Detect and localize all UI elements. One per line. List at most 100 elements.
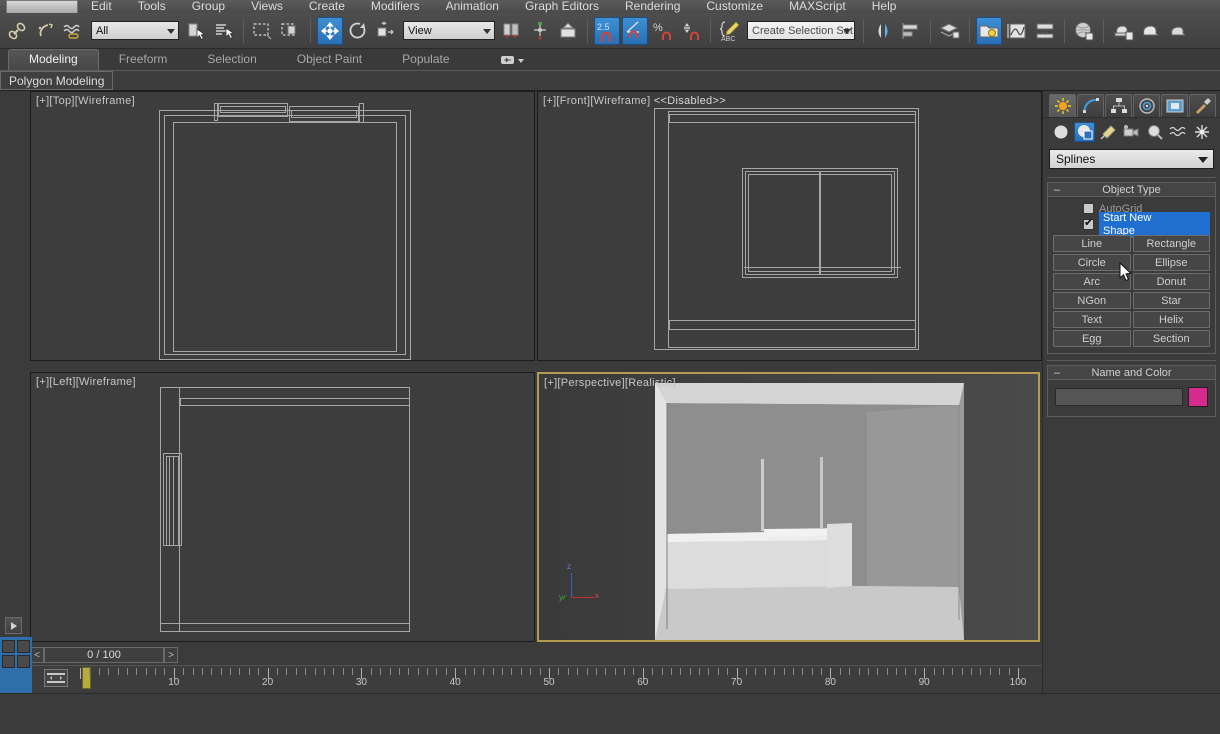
tab-object-paint[interactable]: Object Paint bbox=[277, 49, 382, 70]
toggle-scene-explorer-icon[interactable] bbox=[976, 16, 1002, 45]
ngon-button[interactable]: NGon bbox=[1053, 292, 1131, 309]
hierarchy-tab[interactable] bbox=[1105, 94, 1132, 117]
track-bar-key-icon[interactable] bbox=[44, 669, 68, 687]
select-by-name-icon[interactable] bbox=[211, 17, 237, 45]
tab-modeling[interactable]: Modeling bbox=[8, 49, 99, 70]
menu-item-tools[interactable]: Tools bbox=[125, 0, 179, 13]
snaps-toggle-icon[interactable]: 2.5 bbox=[594, 16, 620, 45]
rollout-collapse-icon[interactable]: – bbox=[1054, 367, 1060, 379]
rendered-frame-window-icon[interactable] bbox=[1138, 17, 1164, 45]
star-button[interactable]: Star bbox=[1132, 292, 1210, 309]
material-slot[interactable] bbox=[17, 640, 30, 653]
arc-button[interactable]: Arc bbox=[1053, 273, 1131, 290]
object-name-input[interactable] bbox=[1055, 388, 1183, 406]
menu-item-modifiers[interactable]: Modifiers bbox=[358, 0, 433, 13]
mirror-icon[interactable] bbox=[870, 17, 896, 45]
viewport-front-label[interactable]: [+][Front][Wireframe] <<Disabled>> bbox=[543, 95, 726, 107]
select-and-scale-icon[interactable] bbox=[373, 17, 399, 45]
menu-item-help[interactable]: Help bbox=[859, 0, 910, 13]
rect-selection-region-icon[interactable] bbox=[250, 17, 276, 45]
tab-selection[interactable]: Selection bbox=[187, 49, 276, 70]
material-slot[interactable] bbox=[2, 655, 15, 668]
render-setup-icon[interactable] bbox=[1110, 17, 1136, 45]
viewport-left[interactable]: [+][Left][Wireframe] z x y bbox=[30, 372, 535, 642]
rectangle-button[interactable]: Rectangle bbox=[1132, 235, 1210, 252]
tab-freeform[interactable]: Freeform bbox=[99, 49, 188, 70]
material-slot[interactable] bbox=[2, 640, 15, 653]
angle-snap-icon[interactable] bbox=[622, 16, 648, 45]
tab-populate[interactable]: Populate bbox=[382, 49, 469, 70]
menu-item-group[interactable]: Group bbox=[179, 0, 238, 13]
app-logo[interactable] bbox=[6, 0, 78, 13]
menu-item-views[interactable]: Views bbox=[238, 0, 296, 13]
cameras-icon[interactable] bbox=[1121, 122, 1141, 142]
donut-button[interactable]: Donut bbox=[1132, 273, 1210, 290]
circle-button[interactable]: Circle bbox=[1053, 254, 1131, 271]
viewport-perspective-label[interactable]: [+][Perspective][Realistic] bbox=[544, 377, 676, 389]
text-button[interactable]: Text bbox=[1053, 311, 1131, 328]
systems-icon[interactable] bbox=[1192, 122, 1212, 142]
material-editor-icon[interactable] bbox=[1071, 17, 1097, 45]
material-slot-thumbnails[interactable] bbox=[0, 637, 32, 693]
geometry-icon[interactable] bbox=[1051, 122, 1071, 142]
window-crossing-icon[interactable] bbox=[278, 17, 304, 45]
subcategory-select[interactable]: Splines bbox=[1049, 149, 1214, 169]
menu-item-rendering[interactable]: Rendering bbox=[612, 0, 693, 13]
egg-button[interactable]: Egg bbox=[1053, 330, 1131, 347]
menu-item-customize[interactable]: Customize bbox=[693, 0, 776, 13]
shapes-icon[interactable] bbox=[1074, 122, 1095, 142]
object-type-header[interactable]: – Object Type bbox=[1047, 182, 1216, 197]
viewport-top[interactable]: [+][Top][Wireframe] z x y bbox=[30, 91, 535, 361]
unlink-icon[interactable] bbox=[33, 17, 59, 45]
menu-item-create[interactable]: Create bbox=[296, 0, 358, 13]
rollout-collapse-icon[interactable]: – bbox=[1054, 184, 1060, 196]
reference-coordinate-system-combo[interactable]: View bbox=[403, 21, 495, 40]
bind-space-warp-icon[interactable] bbox=[61, 17, 87, 45]
viewport-top-label[interactable]: [+][Top][Wireframe] bbox=[36, 95, 135, 107]
menu-item-graph-editors[interactable]: Graph Editors bbox=[512, 0, 612, 13]
selection-filter-combo[interactable]: All bbox=[91, 21, 179, 40]
utilities-tab[interactable] bbox=[1189, 94, 1216, 117]
menu-item-maxscript[interactable]: MAXScript bbox=[776, 0, 859, 13]
menu-item-edit[interactable]: Edit bbox=[78, 0, 125, 13]
start-new-shape-row[interactable]: Start New Shape bbox=[1053, 211, 1210, 238]
material-slot[interactable] bbox=[17, 655, 30, 668]
select-and-rotate-icon[interactable] bbox=[345, 17, 371, 45]
object-color-swatch[interactable] bbox=[1188, 387, 1208, 407]
named-selection-sets-field[interactable]: Create Selection Set bbox=[747, 21, 855, 40]
helpers-icon[interactable] bbox=[1145, 122, 1165, 142]
select-object-icon[interactable] bbox=[183, 17, 209, 45]
current-frame-display[interactable]: 0 / 100 bbox=[44, 647, 164, 663]
viewport-left-label[interactable]: [+][Left][Wireframe] bbox=[36, 376, 136, 388]
viewport-front[interactable]: [+][Front][Wireframe] <<Disabled>> z x y bbox=[537, 91, 1042, 361]
render-production-icon[interactable] bbox=[1166, 17, 1192, 45]
menu-item-animation[interactable]: Animation bbox=[433, 0, 512, 13]
viewport-perspective[interactable]: [+][Perspective][Realistic] z x y bbox=[537, 372, 1040, 642]
edit-named-selection-sets-icon[interactable]: ABC bbox=[717, 17, 743, 45]
name-and-color-header[interactable]: – Name and Color bbox=[1047, 365, 1216, 380]
section-button[interactable]: Section bbox=[1132, 330, 1210, 347]
schematic-view-icon[interactable] bbox=[1032, 17, 1058, 45]
percent-snap-icon[interactable]: % bbox=[650, 17, 676, 45]
spinner-snap-icon[interactable] bbox=[678, 17, 704, 45]
prev-frame-arrow[interactable]: < bbox=[30, 647, 44, 663]
align-icon[interactable] bbox=[898, 17, 924, 45]
select-and-move-icon[interactable] bbox=[317, 16, 343, 45]
expand-panel-button[interactable] bbox=[5, 617, 22, 634]
ribbon-options-icon[interactable] bbox=[498, 49, 528, 70]
link-icon[interactable] bbox=[5, 17, 31, 45]
layer-manager-icon[interactable] bbox=[937, 17, 963, 45]
select-and-manipulate-icon[interactable] bbox=[527, 17, 553, 45]
start-new-shape-checkbox[interactable] bbox=[1083, 217, 1094, 230]
line-button[interactable]: Line bbox=[1053, 235, 1131, 252]
track-bar-ruler[interactable]: 10 20 30 40 50 60 70 80 90 100 bbox=[30, 665, 1042, 690]
next-frame-arrow[interactable]: > bbox=[164, 647, 178, 663]
helix-button[interactable]: Helix bbox=[1132, 311, 1210, 328]
modify-tab[interactable] bbox=[1077, 94, 1104, 117]
display-tab[interactable] bbox=[1161, 94, 1188, 117]
space-warps-icon[interactable] bbox=[1168, 122, 1188, 142]
autogrid-checkbox[interactable] bbox=[1083, 203, 1094, 214]
keyboard-shortcut-override-icon[interactable] bbox=[555, 17, 581, 45]
curve-editor-icon[interactable] bbox=[1004, 17, 1030, 45]
ellipse-button[interactable]: Ellipse bbox=[1132, 254, 1210, 271]
